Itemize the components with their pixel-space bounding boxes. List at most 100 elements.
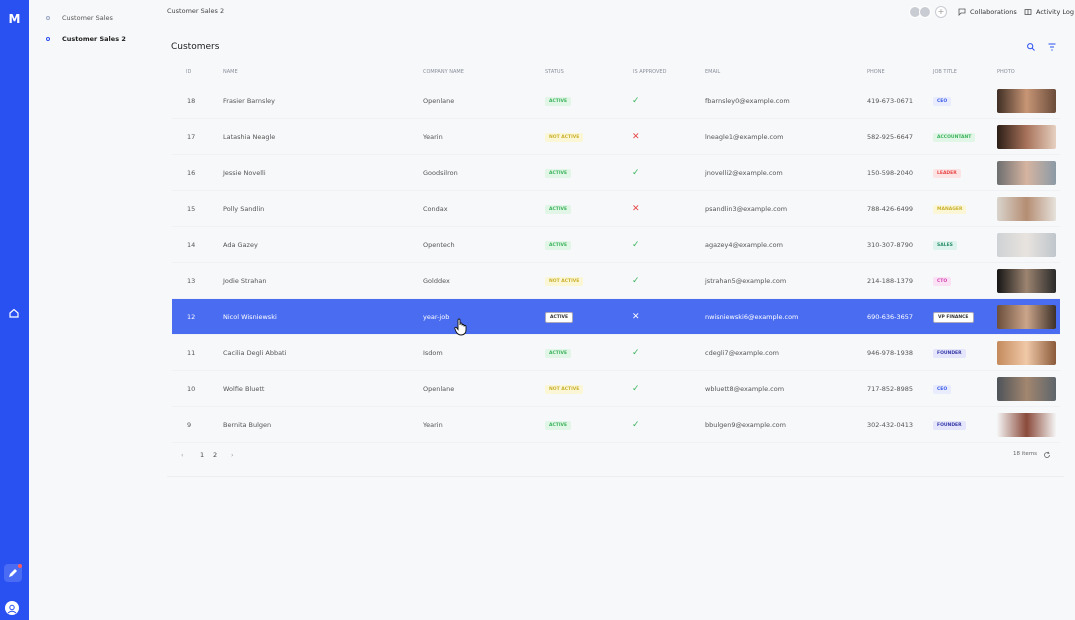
cell-id: 15 (187, 205, 196, 213)
approved-icon: ✕ (632, 132, 640, 142)
filter-icon[interactable] (1047, 42, 1057, 52)
photo-thumbnail[interactable] (997, 377, 1056, 401)
cell-company: Yearin (423, 133, 443, 141)
photo-thumbnail[interactable] (997, 161, 1056, 185)
job-title-badge: VP FINANCE (933, 311, 974, 323)
job-title-badge: CEO (933, 96, 952, 106)
approved-icon: ✓ (632, 168, 640, 178)
next-page-button[interactable]: › (231, 451, 234, 459)
table-row[interactable]: 16 Jessie Novelli Goodsilron ACTIVE ✓ jnovell… (172, 155, 1060, 191)
table-row[interactable]: 15 Polly Sandlin Condax ACTIVE ✕ psandlin3@ex… (172, 191, 1060, 227)
column-header-name[interactable]: NAME (223, 69, 238, 75)
divider (167, 476, 1064, 477)
status-badge: ACTIVE (545, 311, 574, 323)
sidebar-item-customer-sales[interactable]: Customer Sales (46, 12, 113, 24)
column-header-phone[interactable]: PHONE (867, 69, 885, 75)
approved-icon: ✓ (632, 384, 640, 394)
book-icon (1024, 9, 1032, 15)
breadcrumb: Customer Sales 2 (167, 7, 225, 15)
sidebar-item-label: Customer Sales (62, 14, 113, 22)
job-title-badge: CEO (933, 384, 952, 394)
cell-company: Openlane (423, 97, 455, 105)
status-badge: ACTIVE (545, 168, 572, 178)
photo-thumbnail[interactable] (997, 413, 1056, 437)
sidebar-item-customer-sales-2[interactable]: Customer Sales 2 (46, 33, 126, 45)
cell-phone: 788-426-6499 (867, 205, 914, 213)
photo-thumbnail[interactable] (997, 269, 1056, 293)
column-header-email[interactable]: EMAIL (705, 69, 720, 75)
cell-email: bbulgen9@example.com (705, 421, 786, 429)
table-row[interactable]: 13 Jodie Strahan Golddex NOT ACTIVE ✓ jstraha… (172, 263, 1060, 299)
photo-thumbnail[interactable] (997, 305, 1056, 329)
table-row[interactable]: 10 Wolfie Bluett Openlane NOT ACTIVE ✓ wbluet… (172, 371, 1060, 407)
cell-name: Jessie Novelli (223, 169, 266, 177)
cell-company: Yearin (423, 421, 443, 429)
photo-thumbnail[interactable] (997, 125, 1056, 149)
user-avatar[interactable] (5, 601, 19, 615)
cell-name: Frasier Barnsley (223, 97, 276, 105)
cell-name: Wolfie Bluett (223, 385, 265, 393)
photo-thumbnail[interactable] (997, 233, 1056, 257)
cell-name: Ada Gazey (223, 241, 258, 249)
job-title-badge: FOUNDER (933, 348, 966, 358)
home-icon[interactable] (7, 306, 21, 320)
cell-phone: 582-925-6647 (867, 133, 914, 141)
app-rail: M (0, 0, 29, 620)
column-header-status[interactable]: STATUS (545, 69, 564, 75)
cell-name: Polly Sandlin (223, 205, 265, 213)
activity-log-label: Activity Log (1036, 8, 1074, 16)
photo-thumbnail[interactable] (997, 89, 1056, 113)
collaborator-avatars[interactable]: + (909, 6, 947, 18)
cell-id: 13 (187, 277, 196, 285)
prev-page-button[interactable]: ‹ (181, 451, 184, 459)
app-logo[interactable]: M (0, 12, 29, 26)
table-row[interactable]: 17 Latashia Neagle Yearin NOT ACTIVE ✕ lneagl… (172, 119, 1060, 155)
cell-email: cdegli7@example.com (705, 349, 779, 357)
table-row[interactable]: 11 Cacilia Degli Abbati Isdom ACTIVE ✓ cdegli… (172, 335, 1060, 371)
column-header-photo[interactable]: PHOTO (997, 69, 1015, 75)
cell-id: 11 (187, 349, 196, 357)
table-row[interactable]: 9 Bernita Bulgen Yearin ACTIVE ✓ bbulgen9@exa… (172, 407, 1060, 443)
photo-thumbnail[interactable] (997, 197, 1056, 221)
job-title-badge: ACCOUNTANT (933, 132, 976, 142)
cell-phone: 150-598-2040 (867, 169, 914, 177)
column-header-approved[interactable]: IS APPROVED (633, 69, 666, 75)
cell-id: 9 (187, 421, 192, 429)
table-header: ID NAME COMPANY NAME STATUS IS APPROVED … (172, 69, 1060, 77)
avatar[interactable] (919, 6, 931, 18)
cell-phone: 946-978-1938 (867, 349, 914, 357)
cell-email: psandlin3@example.com (705, 205, 788, 213)
edit-button[interactable] (4, 564, 22, 582)
cell-company: Openlane (423, 385, 455, 393)
cell-id: 18 (187, 97, 196, 105)
job-title-badge: MANAGER (933, 204, 967, 214)
table-row[interactable]: 14 Ada Gazey Opentech ACTIVE ✓ agazey4@exampl… (172, 227, 1060, 263)
cell-phone: 717-852-8985 (867, 385, 914, 393)
status-badge: NOT ACTIVE (545, 384, 584, 394)
cell-company: year-job (423, 313, 450, 321)
column-header-company[interactable]: COMPANY NAME (423, 69, 464, 75)
column-header-id[interactable]: ID (186, 69, 191, 75)
page-1-button[interactable]: 1 (200, 451, 204, 459)
circle-icon (46, 16, 50, 20)
refresh-icon[interactable] (1043, 451, 1051, 459)
status-badge: ACTIVE (545, 96, 572, 106)
status-badge: NOT ACTIVE (545, 132, 584, 142)
page-2-button[interactable]: 2 (213, 451, 217, 459)
cell-phone: 419-673-0671 (867, 97, 914, 105)
add-collaborator-button[interactable]: + (935, 6, 947, 18)
notification-dot (18, 564, 22, 568)
column-header-job-title[interactable]: JOB TITLE (933, 69, 957, 75)
collaborations-label: Collaborations (970, 8, 1017, 16)
table-row[interactable]: 18 Frasier Barnsley Openlane ACTIVE ✓ fbarnsl… (172, 83, 1060, 119)
cell-name: Latashia Neagle (223, 133, 276, 141)
search-icon[interactable] (1026, 42, 1036, 52)
activity-log-button[interactable]: Activity Log (1024, 8, 1074, 16)
photo-thumbnail[interactable] (997, 341, 1056, 365)
table-row[interactable]: 12 Nicol Wisniewski year-job ACTIVE ✕ nwisnie… (172, 299, 1060, 335)
status-badge: ACTIVE (545, 420, 572, 430)
collaborations-button[interactable]: Collaborations (958, 8, 1017, 16)
circle-icon (46, 37, 50, 41)
cell-name: Nicol Wisniewski (223, 313, 277, 321)
status-badge: NOT ACTIVE (545, 276, 584, 286)
